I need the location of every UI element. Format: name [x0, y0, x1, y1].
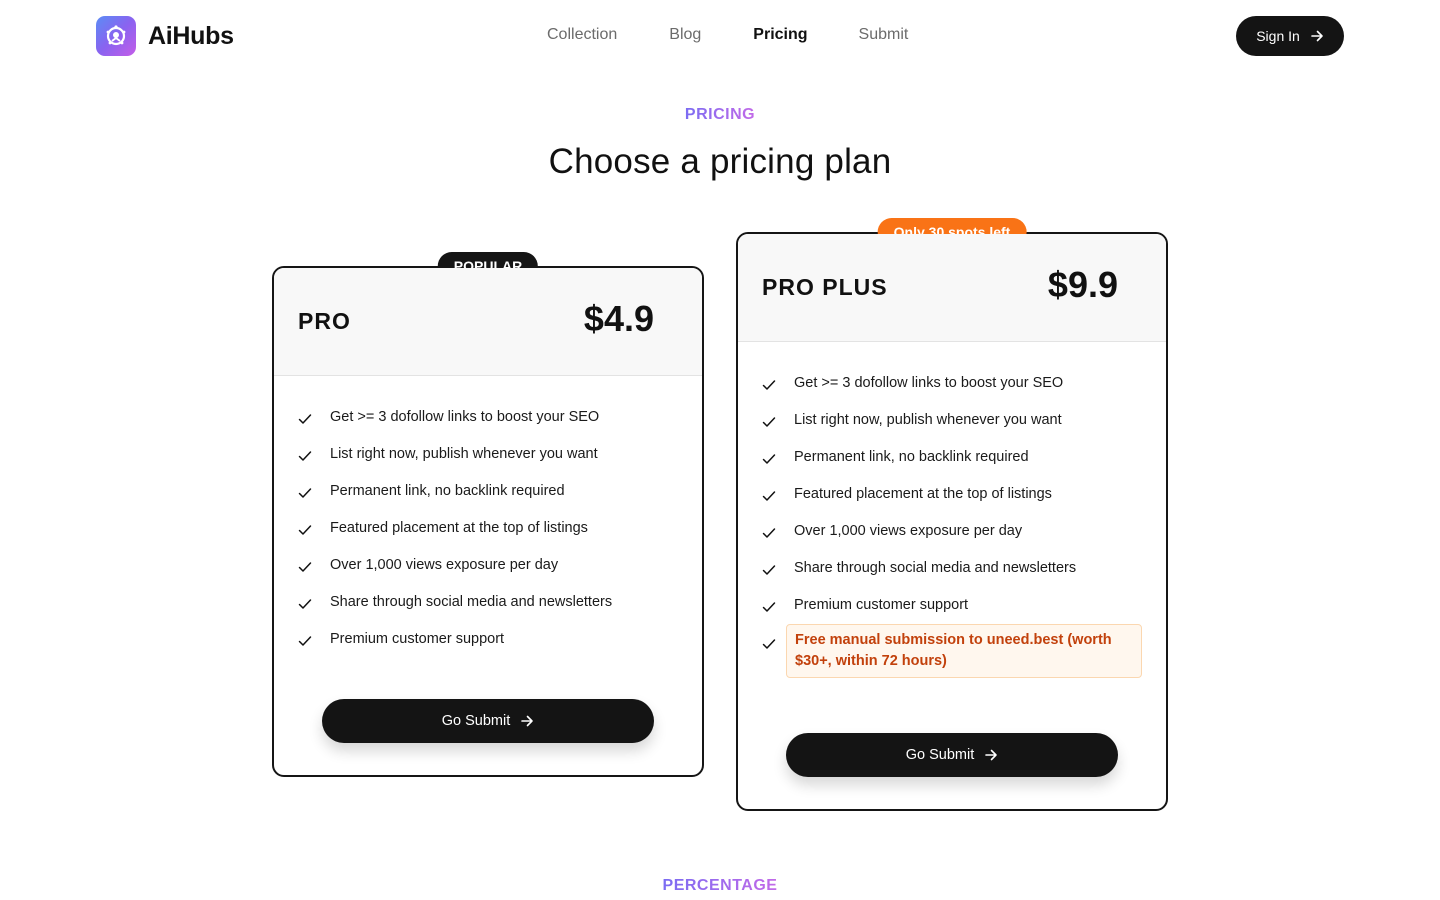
feature-text: Permanent link, no backlink required: [794, 449, 1029, 465]
ai-robot-icon: [96, 16, 136, 56]
check-icon: [762, 639, 776, 649]
feature-list: Get >= 3 dofollow links to boost your SE…: [298, 409, 678, 668]
check-icon: [762, 380, 776, 390]
plan-price: $9.9: [1047, 264, 1118, 305]
highlight-feature-text: Free manual submission to uneed.best (wo…: [786, 624, 1142, 678]
feature-item-highlight: Free manual submission to uneed.best (wo…: [762, 624, 1142, 678]
page-title: Choose a pricing plan: [548, 142, 892, 181]
feature-text: Over 1,000 views exposure per day: [794, 523, 1023, 539]
arrow-right-icon: [521, 715, 534, 727]
sign-in-button[interactable]: Sign In: [1236, 16, 1344, 56]
go-submit-label: Go Submit: [905, 747, 975, 763]
go-submit-label: Go Submit: [441, 713, 511, 729]
go-submit-button-pro[interactable]: Go Submit: [322, 699, 654, 743]
feature-text: Get >= 3 dofollow links to boost your SE…: [330, 409, 600, 425]
feature-item: Get >= 3 dofollow links to boost your SE…: [762, 375, 1142, 412]
feature-list: Get >= 3 dofollow links to boost your SE…: [762, 375, 1142, 678]
percentage-eyebrow: PERCENTAGE: [0, 877, 1440, 895]
feature-text: Featured placement at the top of listing…: [794, 486, 1052, 502]
feature-text: List right now, publish whenever you wan…: [330, 446, 598, 462]
plan-name: PRO: [298, 308, 351, 334]
feature-text: Featured placement at the top of listing…: [330, 520, 588, 536]
feature-text: List right now, publish whenever you wan…: [794, 412, 1062, 428]
feature-item: Over 1,000 views exposure per day: [298, 557, 678, 594]
feature-item: Share through social media and newslette…: [298, 594, 678, 631]
check-icon: [298, 525, 312, 535]
check-icon: [762, 417, 776, 427]
feature-text: Share through social media and newslette…: [794, 560, 1077, 576]
feature-item: Featured placement at the top of listing…: [298, 520, 678, 557]
feature-text: Premium customer support: [794, 597, 969, 613]
feature-item: Featured placement at the top of listing…: [762, 486, 1142, 523]
nav-item-submit[interactable]: Submit: [859, 24, 909, 46]
feature-text: Premium customer support: [330, 631, 505, 647]
brand-name: AiHubs: [148, 21, 234, 50]
nav-item-pricing[interactable]: Pricing: [753, 24, 807, 46]
check-icon: [762, 491, 776, 501]
feature-text: Over 1,000 views exposure per day: [330, 557, 559, 573]
nav-item-blog[interactable]: Blog: [669, 24, 701, 46]
check-icon: [298, 599, 312, 609]
plan-header: PRO $4.9: [274, 268, 702, 376]
feature-text: Get >= 3 dofollow links to boost your SE…: [794, 375, 1064, 391]
feature-text: Permanent link, no backlink required: [330, 483, 565, 499]
plan-header: PRO PLUS $9.9: [738, 234, 1166, 342]
check-icon: [762, 528, 776, 538]
plan-name: PRO PLUS: [762, 274, 888, 300]
feature-item: Over 1,000 views exposure per day: [762, 523, 1142, 560]
arrow-right-icon: [985, 749, 998, 761]
pricing-eyebrow: PRICING: [0, 106, 1440, 124]
plan-card-pro: POPULAR PRO $4.9 Get >= 3 dofollow links…: [272, 252, 704, 777]
feature-item: Share through social media and newslette…: [762, 560, 1142, 597]
plan-card-pro-plus: Only 30 spots left PRO PLUS $9.9 Get >= …: [736, 218, 1168, 811]
go-submit-button-pro-plus[interactable]: Go Submit: [786, 733, 1118, 777]
feature-item: Permanent link, no backlink required: [762, 449, 1142, 486]
check-icon: [762, 602, 776, 612]
brand-logo-link[interactable]: AiHubs: [96, 16, 234, 56]
feature-item: List right now, publish whenever you wan…: [762, 412, 1142, 449]
nav-item-collection[interactable]: Collection: [547, 24, 617, 46]
site-header: AiHubs Collection Blog Pricing Submit Si…: [0, 0, 1440, 72]
feature-item: List right now, publish whenever you wan…: [298, 446, 678, 483]
feature-text: Share through social media and newslette…: [330, 594, 613, 610]
plan-price: $4.9: [583, 298, 654, 339]
pricing-eyebrow-text: PRICING: [684, 106, 756, 123]
check-icon: [762, 454, 776, 464]
check-icon: [298, 636, 312, 646]
check-icon: [298, 451, 312, 461]
arrow-right-icon: [1310, 30, 1323, 42]
main-nav: Collection Blog Pricing Submit: [547, 24, 908, 46]
percentage-eyebrow-text: PERCENTAGE: [662, 877, 778, 894]
check-icon: [298, 562, 312, 572]
feature-item: Get >= 3 dofollow links to boost your SE…: [298, 409, 678, 446]
check-icon: [298, 414, 312, 424]
feature-item: Permanent link, no backlink required: [298, 483, 678, 520]
sign-in-label: Sign In: [1256, 28, 1300, 44]
check-icon: [762, 565, 776, 575]
check-icon: [298, 488, 312, 498]
feature-item: Premium customer support: [298, 631, 678, 668]
